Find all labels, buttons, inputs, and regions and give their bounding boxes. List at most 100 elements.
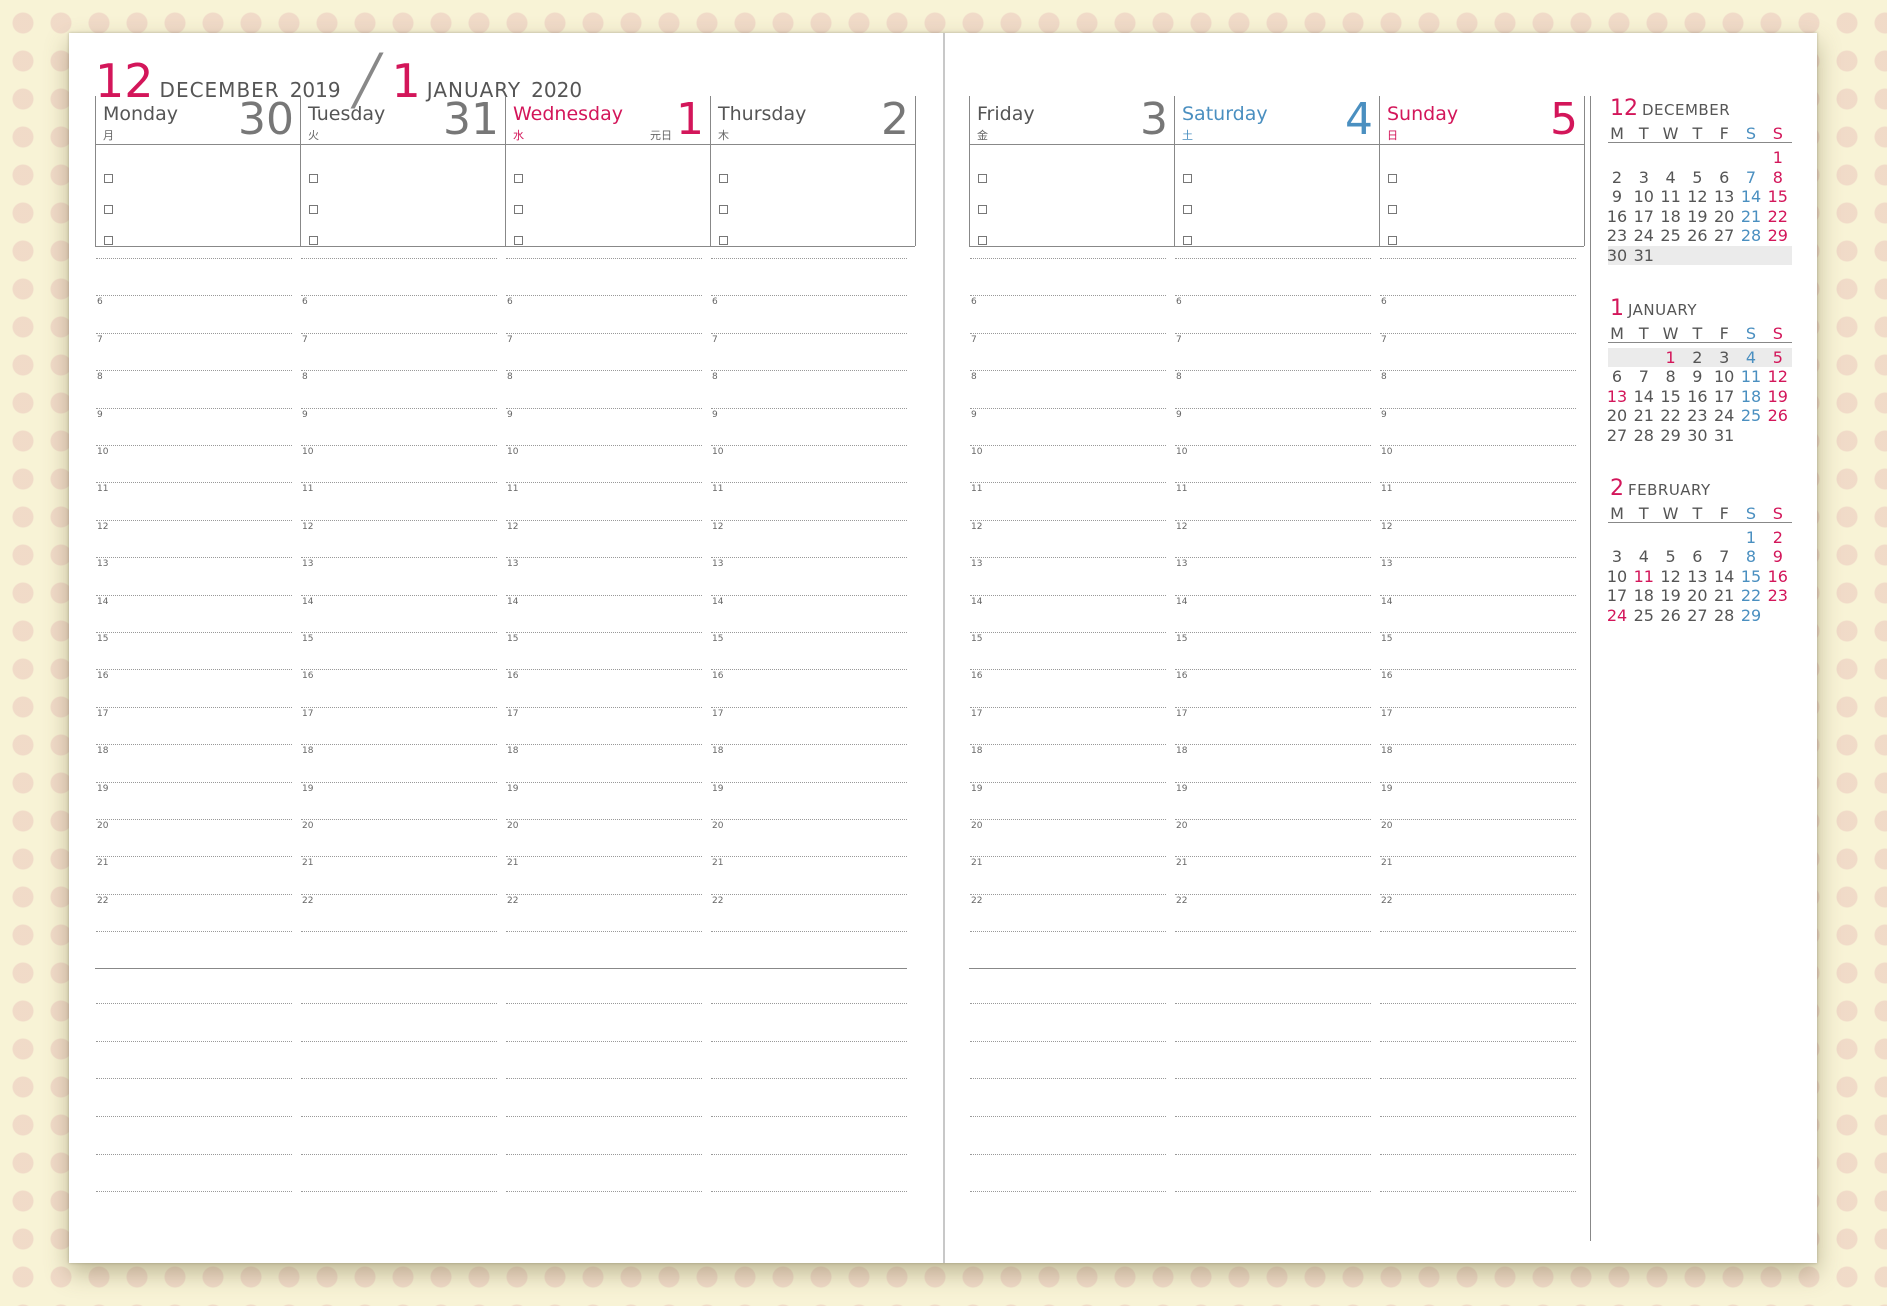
mini-calendar-day[interactable]: 17 (1604, 586, 1630, 605)
mini-calendar-day[interactable]: 10 (1711, 367, 1737, 386)
mini-calendar-day[interactable]: 29 (1738, 606, 1764, 625)
mini-calendar-day[interactable]: 17 (1711, 387, 1737, 406)
mini-calendar-day[interactable]: 18 (1738, 387, 1764, 406)
mini-calendar-day[interactable]: 7 (1631, 367, 1657, 386)
mini-calendar-day[interactable]: 14 (1631, 387, 1657, 406)
mini-calendar-day[interactable]: 2 (1604, 168, 1630, 187)
mini-calendar-day[interactable]: 23 (1684, 406, 1710, 425)
empty-square-icon[interactable] (104, 174, 113, 183)
mini-calendar-day[interactable]: 3 (1631, 168, 1657, 187)
mini-calendar-day[interactable]: 16 (1765, 567, 1791, 586)
mini-calendar-day[interactable]: 15 (1765, 187, 1791, 206)
mini-calendar-day[interactable]: 15 (1658, 387, 1684, 406)
mini-calendar-day[interactable]: 8 (1765, 168, 1791, 187)
mini-calendar-day[interactable]: 21 (1711, 586, 1737, 605)
mini-calendar-day[interactable]: 7 (1711, 547, 1737, 566)
empty-square-icon[interactable] (1183, 174, 1192, 183)
mini-calendar-day[interactable]: 4 (1631, 547, 1657, 566)
mini-calendar-day[interactable]: 9 (1684, 367, 1710, 386)
mini-calendar-day[interactable]: 28 (1631, 426, 1657, 445)
mini-calendar-day[interactable]: 11 (1631, 567, 1657, 586)
mini-calendar-day[interactable]: 19 (1684, 207, 1710, 226)
mini-calendar-day[interactable]: 25 (1631, 606, 1657, 625)
mini-calendar-day[interactable]: 7 (1738, 168, 1764, 187)
mini-calendar-day[interactable]: 29 (1658, 426, 1684, 445)
mini-calendar-day[interactable]: 26 (1658, 606, 1684, 625)
mini-calendar-day[interactable]: 30 (1684, 426, 1710, 445)
mini-calendar-day[interactable]: 27 (1711, 226, 1737, 245)
mini-calendar-day[interactable]: 18 (1631, 586, 1657, 605)
mini-calendar-day[interactable]: 5 (1658, 547, 1684, 566)
mini-calendar-day[interactable]: 13 (1604, 387, 1630, 406)
mini-calendar-day[interactable]: 5 (1765, 348, 1791, 367)
mini-calendar-day[interactable]: 27 (1604, 426, 1630, 445)
empty-square-icon[interactable] (1183, 205, 1192, 214)
empty-square-icon[interactable] (1388, 174, 1397, 183)
mini-calendar-day[interactable]: 6 (1711, 168, 1737, 187)
mini-calendar-day[interactable]: 6 (1684, 547, 1710, 566)
mini-calendar-day[interactable]: 12 (1765, 367, 1791, 386)
empty-square-icon[interactable] (719, 205, 728, 214)
empty-square-icon[interactable] (978, 174, 987, 183)
empty-square-icon[interactable] (309, 236, 318, 245)
mini-calendar-day[interactable]: 28 (1711, 606, 1737, 625)
mini-calendar-day[interactable]: 31 (1631, 246, 1657, 265)
mini-calendar-day[interactable]: 13 (1684, 567, 1710, 586)
empty-square-icon[interactable] (514, 236, 523, 245)
mini-calendar-day[interactable]: 4 (1658, 168, 1684, 187)
mini-calendar-day[interactable]: 13 (1711, 187, 1737, 206)
empty-square-icon[interactable] (978, 205, 987, 214)
mini-calendar-day[interactable]: 30 (1604, 246, 1630, 265)
mini-calendar-day[interactable]: 28 (1738, 226, 1764, 245)
mini-calendar-day[interactable]: 11 (1738, 367, 1764, 386)
mini-calendar-day[interactable]: 12 (1684, 187, 1710, 206)
mini-calendar-day[interactable]: 17 (1631, 207, 1657, 226)
empty-square-icon[interactable] (1183, 236, 1192, 245)
mini-calendar-day[interactable]: 2 (1765, 528, 1791, 547)
empty-square-icon[interactable] (104, 205, 113, 214)
mini-calendar-day[interactable]: 8 (1738, 547, 1764, 566)
mini-calendar-day[interactable]: 16 (1684, 387, 1710, 406)
mini-calendar-day[interactable]: 1 (1765, 148, 1791, 167)
empty-square-icon[interactable] (309, 174, 318, 183)
mini-calendar-day[interactable]: 3 (1604, 547, 1630, 566)
mini-calendar-day[interactable]: 19 (1765, 387, 1791, 406)
mini-calendar-day[interactable]: 2 (1684, 348, 1710, 367)
mini-calendar-day[interactable]: 18 (1658, 207, 1684, 226)
mini-calendar-day[interactable]: 11 (1658, 187, 1684, 206)
mini-calendar-day[interactable]: 20 (1711, 207, 1737, 226)
empty-square-icon[interactable] (719, 174, 728, 183)
mini-calendar-day[interactable]: 29 (1765, 226, 1791, 245)
empty-square-icon[interactable] (104, 236, 113, 245)
mini-calendar-day[interactable]: 1 (1658, 348, 1684, 367)
empty-square-icon[interactable] (309, 205, 318, 214)
mini-calendar-day[interactable]: 22 (1765, 207, 1791, 226)
mini-calendar-day[interactable]: 1 (1738, 528, 1764, 547)
mini-calendar-day[interactable]: 24 (1631, 226, 1657, 245)
mini-calendar-day[interactable]: 3 (1711, 348, 1737, 367)
mini-calendar-day[interactable]: 26 (1684, 226, 1710, 245)
mini-calendar-day[interactable]: 20 (1604, 406, 1630, 425)
mini-calendar-day[interactable]: 8 (1658, 367, 1684, 386)
mini-calendar-day[interactable]: 23 (1765, 586, 1791, 605)
empty-square-icon[interactable] (1388, 205, 1397, 214)
mini-calendar-day[interactable]: 24 (1604, 606, 1630, 625)
mini-calendar-day[interactable]: 19 (1658, 586, 1684, 605)
mini-calendar-day[interactable]: 24 (1711, 406, 1737, 425)
mini-calendar-day[interactable]: 31 (1711, 426, 1737, 445)
mini-calendar-day[interactable]: 20 (1684, 586, 1710, 605)
mini-calendar-day[interactable]: 9 (1604, 187, 1630, 206)
mini-calendar-day[interactable]: 14 (1711, 567, 1737, 586)
empty-square-icon[interactable] (978, 236, 987, 245)
mini-calendar-day[interactable]: 14 (1738, 187, 1764, 206)
empty-square-icon[interactable] (514, 174, 523, 183)
mini-calendar-day[interactable]: 23 (1604, 226, 1630, 245)
empty-square-icon[interactable] (1388, 236, 1397, 245)
mini-calendar-day[interactable]: 9 (1765, 547, 1791, 566)
mini-calendar-day[interactable]: 4 (1738, 348, 1764, 367)
mini-calendar-day[interactable]: 10 (1631, 187, 1657, 206)
mini-calendar-day[interactable]: 26 (1765, 406, 1791, 425)
mini-calendar-day[interactable]: 22 (1658, 406, 1684, 425)
mini-calendar-day[interactable]: 21 (1631, 406, 1657, 425)
mini-calendar-day[interactable]: 27 (1684, 606, 1710, 625)
